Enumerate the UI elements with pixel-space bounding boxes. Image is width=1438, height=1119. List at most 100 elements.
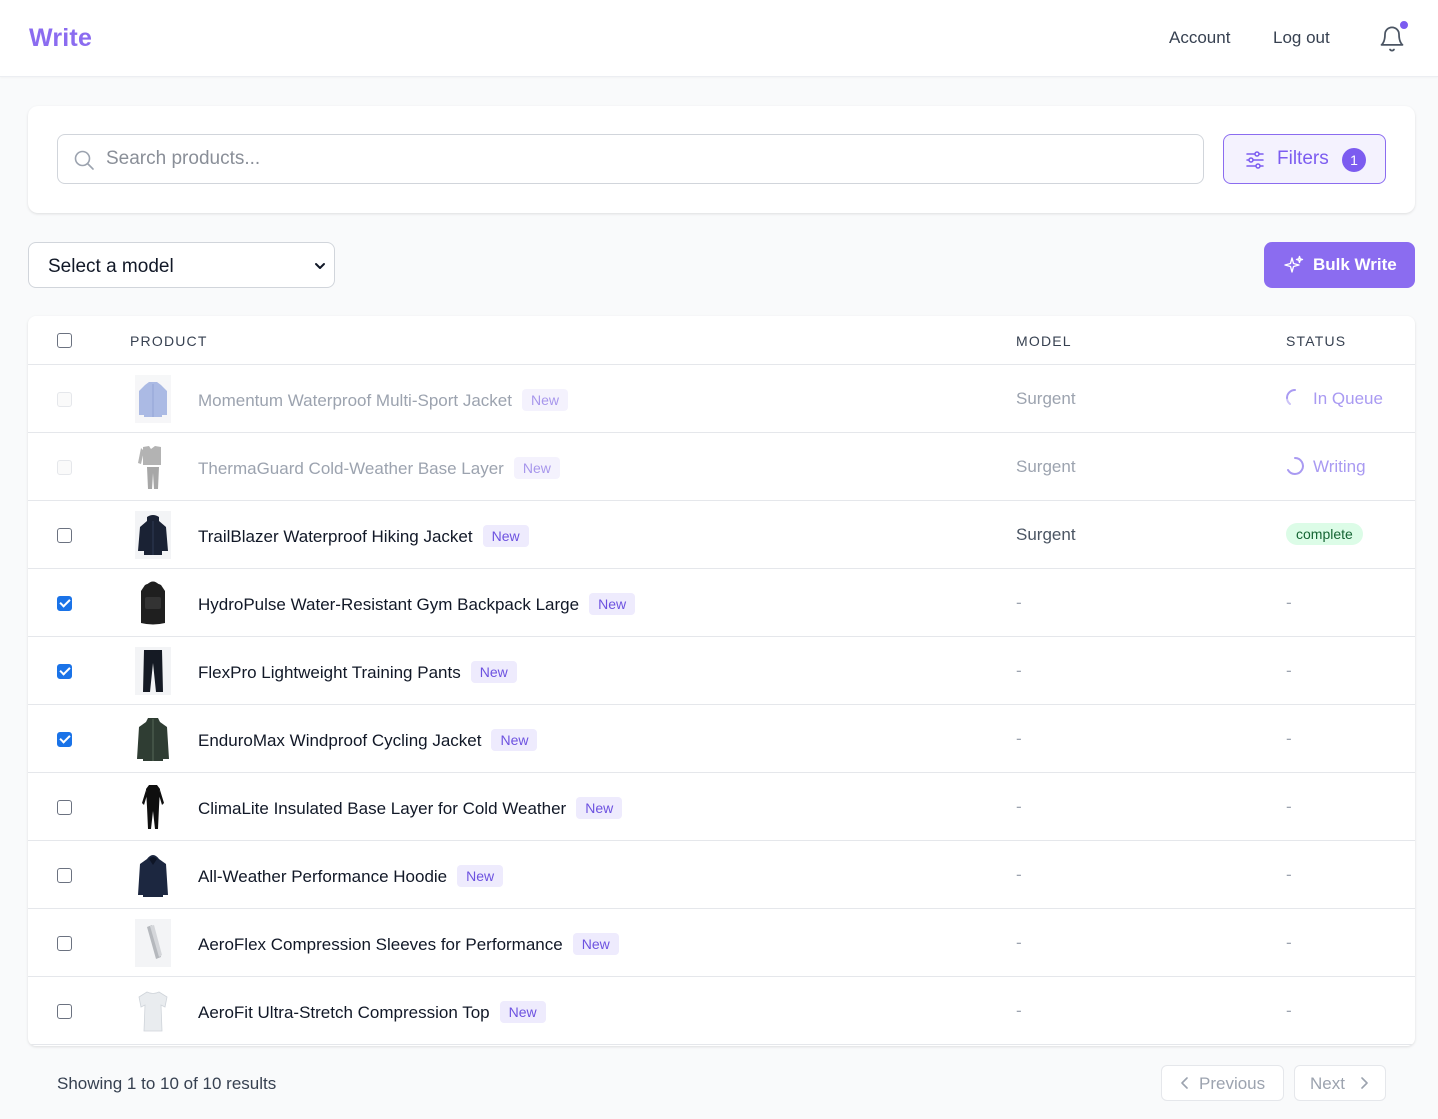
sparkles-icon <box>1284 255 1304 273</box>
table-row[interactable]: All-Weather Performance Hoodie New - - <box>28 841 1415 909</box>
header-model: MODEL <box>1016 333 1072 349</box>
search-input[interactable] <box>106 135 1196 183</box>
new-badge: New <box>491 729 538 751</box>
model-cell: Surgent <box>1016 525 1076 544</box>
table-row[interactable]: ClimaLite Insulated Base Layer for Cold … <box>28 773 1415 841</box>
previous-button[interactable]: Previous <box>1161 1065 1284 1101</box>
status-cell: - <box>1286 797 1292 816</box>
search-card: Filters 1 <box>28 106 1415 213</box>
product-thumbnail <box>135 647 171 695</box>
product-name: HydroPulse Water-Resistant Gym Backpack … <box>198 593 636 615</box>
product-name: EnduroMax Windproof Cycling Jacket New <box>198 729 538 751</box>
status-cell: - <box>1286 1001 1292 1020</box>
row-checkbox <box>57 392 72 407</box>
model-cell: - <box>1016 933 1022 952</box>
product-thumbnail <box>135 919 171 967</box>
row-checkbox[interactable] <box>57 936 72 951</box>
status-in-queue: In Queue <box>1285 388 1383 409</box>
product-thumbnail <box>135 987 171 1035</box>
product-thumbnail <box>135 715 171 763</box>
new-badge: New <box>576 797 623 819</box>
status-cell: - <box>1286 865 1292 884</box>
product-name-text: HydroPulse Water-Resistant Gym Backpack … <box>198 595 580 614</box>
product-name: AeroFit Ultra-Stretch Compression Top New <box>198 1001 546 1023</box>
row-checkbox[interactable] <box>57 664 72 679</box>
product-name: TrailBlazer Waterproof Hiking Jacket New <box>198 525 529 547</box>
previous-label: Previous <box>1199 1074 1266 1093</box>
product-thumbnail <box>135 511 171 559</box>
table-row[interactable]: AeroFit Ultra-Stretch Compression Top New… <box>28 977 1415 1045</box>
model-select-value: Select a model <box>48 256 174 277</box>
select-all-checkbox[interactable] <box>57 333 72 348</box>
new-badge: New <box>457 865 504 887</box>
row-checkbox[interactable] <box>57 732 72 747</box>
model-select[interactable]: Select a model <box>28 242 335 288</box>
notification-dot <box>1398 19 1410 31</box>
filters-button[interactable]: Filters 1 <box>1223 134 1386 184</box>
product-name-text: AeroFit Ultra-Stretch Compression Top <box>198 1003 490 1022</box>
model-cell: - <box>1016 1001 1022 1020</box>
status-cell: - <box>1286 933 1292 952</box>
row-checkbox[interactable] <box>57 868 72 883</box>
bulk-write-label: Bulk Write <box>1313 255 1397 274</box>
table-row[interactable]: Momentum Waterproof Multi-Sport Jacket Ne… <box>28 365 1415 433</box>
product-thumbnail <box>135 443 171 491</box>
product-name: Momentum Waterproof Multi-Sport Jacket Ne… <box>198 389 568 411</box>
product-thumbnail <box>135 579 171 627</box>
filters-count-badge: 1 <box>1342 148 1366 172</box>
new-badge: New <box>482 525 529 547</box>
new-badge: New <box>589 593 636 615</box>
chevron-right-icon <box>1361 1077 1368 1089</box>
product-name-text: TrailBlazer Waterproof Hiking Jacket <box>198 527 473 546</box>
status-cell: - <box>1286 661 1292 680</box>
product-name: FlexPro Lightweight Training Pants New <box>198 661 517 683</box>
model-cell: - <box>1016 729 1022 748</box>
filters-label: Filters <box>1277 148 1329 169</box>
brand-logo[interactable]: Write <box>29 24 92 53</box>
row-checkbox <box>57 460 72 475</box>
model-cell: Surgent <box>1016 457 1076 476</box>
header-status: STATUS <box>1286 333 1347 349</box>
status-cell: - <box>1286 593 1292 612</box>
product-name-text: EnduroMax Windproof Cycling Jacket <box>198 731 482 750</box>
account-link[interactable]: Account <box>1169 28 1230 48</box>
bulk-write-button[interactable]: Bulk Write <box>1264 242 1415 288</box>
row-checkbox[interactable] <box>57 800 72 815</box>
next-label: Next <box>1310 1074 1345 1093</box>
status-text: Writing <box>1313 457 1366 476</box>
table-row[interactable]: HydroPulse Water-Resistant Gym Backpack … <box>28 569 1415 637</box>
model-cell: - <box>1016 593 1022 612</box>
product-thumbnail <box>135 783 171 831</box>
product-name-text: ClimaLite Insulated Base Layer for Cold … <box>198 799 567 818</box>
product-thumbnail <box>135 375 171 423</box>
row-checkbox[interactable] <box>57 596 72 611</box>
logout-link[interactable]: Log out <box>1273 28 1330 48</box>
product-name: All-Weather Performance Hoodie New <box>198 865 504 887</box>
sliders-icon <box>1246 151 1264 169</box>
next-button[interactable]: Next <box>1294 1065 1386 1101</box>
product-name-text: AeroFlex Compression Sleeves for Perform… <box>198 935 563 954</box>
spinner-icon <box>1286 389 1296 405</box>
model-cell: - <box>1016 797 1022 816</box>
row-checkbox[interactable] <box>57 528 72 543</box>
status-writing: Writing <box>1285 456 1366 477</box>
table-header: PRODUCT MODEL STATUS <box>28 316 1415 365</box>
status-text: In Queue <box>1313 389 1383 408</box>
search-box <box>57 134 1204 184</box>
table-row[interactable]: FlexPro Lightweight Training Pants New - - <box>28 637 1415 705</box>
table-row[interactable]: EnduroMax Windproof Cycling Jacket New - - <box>28 705 1415 773</box>
chevron-down-icon <box>315 263 325 269</box>
new-badge: New <box>499 1001 546 1023</box>
table-row[interactable]: ThermaGuard Cold-Weather Base Layer New Su… <box>28 433 1415 501</box>
product-name: ClimaLite Insulated Base Layer for Cold … <box>198 797 623 819</box>
results-summary: Showing 1 to 10 of 10 results <box>57 1074 277 1093</box>
header-product: PRODUCT <box>130 333 208 349</box>
table-row[interactable]: TrailBlazer Waterproof Hiking Jacket New S… <box>28 501 1415 569</box>
new-badge: New <box>572 933 619 955</box>
row-checkbox[interactable] <box>57 1004 72 1019</box>
product-name-text: All-Weather Performance Hoodie <box>198 867 448 886</box>
products-table: PRODUCT MODEL STATUS Momentum Waterproof… <box>28 316 1415 1046</box>
status-complete-badge: complete <box>1286 523 1363 545</box>
table-row[interactable]: AeroFlex Compression Sleeves for Perform… <box>28 909 1415 977</box>
product-name-text: Momentum Waterproof Multi-Sport Jacket <box>198 391 512 410</box>
